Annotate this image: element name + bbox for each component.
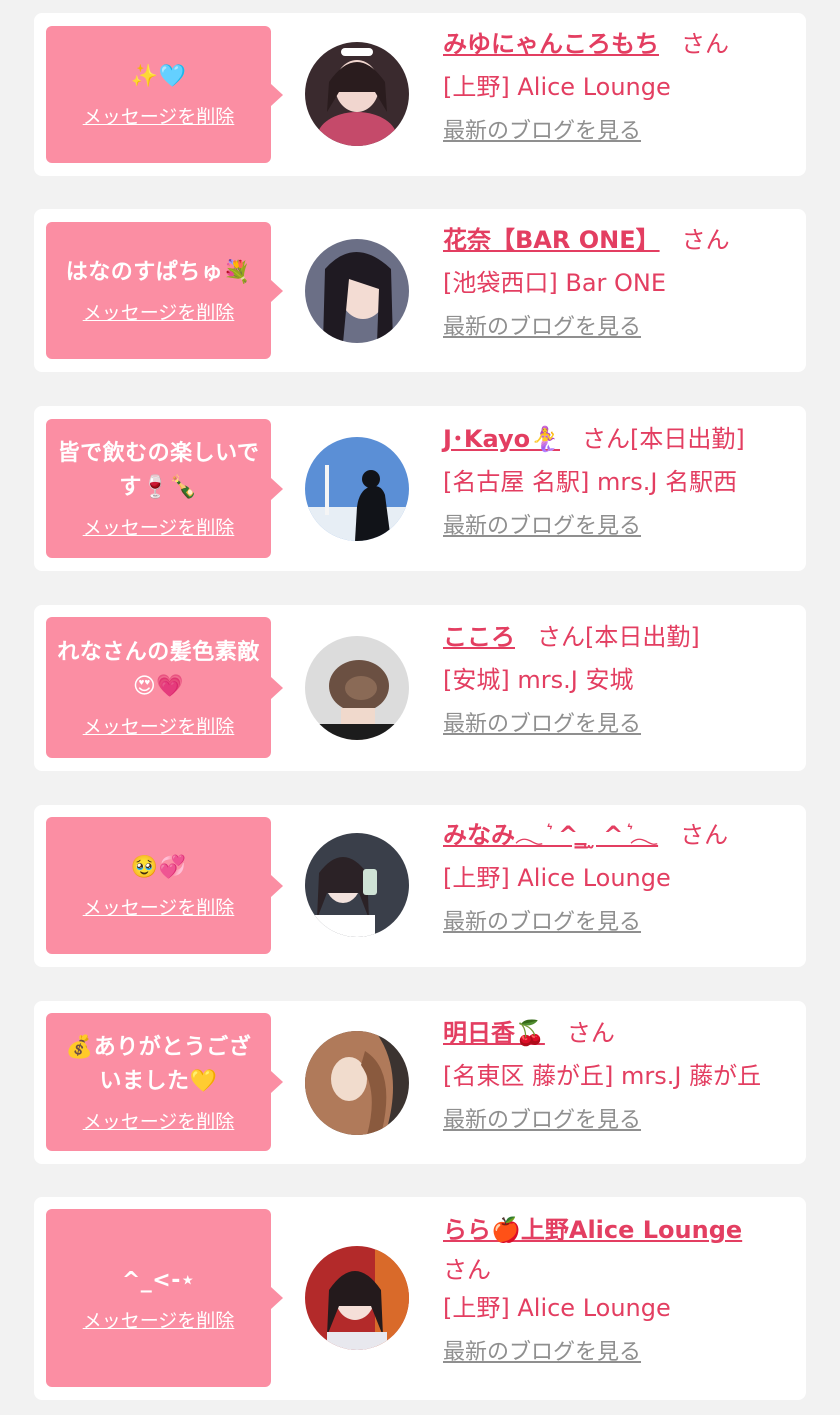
shop-label: [名東区 藤が丘] mrs.J 藤が丘 — [443, 1062, 762, 1090]
avatar-photo — [305, 1246, 409, 1350]
profile-name-link[interactable]: こころ — [443, 623, 515, 651]
profile-name-link[interactable]: らら🍎上野Alice Lounge — [443, 1216, 742, 1244]
message-card: はなのすぱちゅ💐 メッセージを削除 花奈【BAR ONE】 さん [池袋西口] B… — [34, 209, 806, 372]
message-list: ✨🩵 メッセージを削除 みゆにゃんころもち さん [上野] Alice Loung… — [0, 0, 840, 1415]
latest-blog-link[interactable]: 最新のブログを見る — [443, 1104, 641, 1138]
profile-name-link[interactable]: 花奈【BAR ONE】 — [443, 226, 660, 254]
latest-blog-link[interactable]: 最新のブログを見る — [443, 708, 641, 742]
avatar-photo — [305, 437, 409, 541]
latest-blog-link[interactable]: 最新のブログを見る — [443, 1336, 641, 1370]
latest-blog-link[interactable]: 最新のブログを見る — [443, 510, 641, 544]
avatar-photo — [305, 833, 409, 937]
avatar[interactable] — [305, 1031, 409, 1135]
profile-name-link[interactable]: みなみ𓂃 ͛ ^ ̳ ̫ ^ ͛𓂃 — [443, 821, 658, 849]
message-text: 💰ありがとうございました💛 — [65, 1034, 252, 1094]
message-bubble: 🥹💞 メッセージを削除 — [46, 817, 283, 954]
latest-blog-link[interactable]: 最新のブログを見る — [443, 906, 641, 940]
attendance-status: [本日出勤] — [630, 425, 745, 453]
honorific: さん — [681, 30, 729, 58]
delete-message-link[interactable]: メッセージを削除 — [83, 102, 235, 129]
profile-name-link[interactable]: J･Kayo🧜‍♀️ — [443, 425, 560, 453]
message-text: ✨🩵 — [130, 64, 187, 89]
profile-name-link[interactable]: 明日香🍒 — [443, 1019, 545, 1047]
message-text: 🥹💞 — [130, 855, 187, 880]
honorific: さん — [680, 821, 729, 849]
honorific: さん — [681, 226, 730, 254]
message-card: 🥹💞 メッセージを削除 みなみ𓂃 ͛ ^ ̳ ̫ ^ ͛𓂃 さん [上野] Ali… — [34, 805, 806, 967]
latest-blog-link[interactable]: 最新のブログを見る — [443, 115, 641, 149]
attendance-status: [本日出勤] — [585, 623, 700, 651]
avatar[interactable] — [305, 239, 409, 343]
shop-label: [上野] Alice Lounge — [443, 864, 671, 892]
message-card: 皆で飲むの楽しいです🍷🍾 メッセージを削除 J･Kayo🧜‍♀️ さん[本日出勤]… — [34, 406, 806, 571]
message-bubble: れなさんの髪色素敵😍💗 メッセージを削除 — [46, 617, 283, 758]
delete-message-link[interactable]: メッセージを削除 — [83, 712, 235, 739]
avatar[interactable] — [305, 42, 409, 146]
delete-message-link[interactable]: メッセージを削除 — [83, 1306, 235, 1333]
avatar[interactable] — [305, 833, 409, 937]
honorific: さん — [537, 623, 585, 651]
avatar[interactable] — [305, 437, 409, 541]
message-bubble: 皆で飲むの楽しいです🍷🍾 メッセージを削除 — [46, 419, 283, 558]
message-text: 皆で飲むの楽しいです🍷🍾 — [57, 441, 260, 500]
avatar-photo — [305, 42, 409, 146]
honorific: さん — [582, 425, 630, 453]
message-bubble: 💰ありがとうございました💛 メッセージを削除 — [46, 1013, 283, 1151]
profile-name-link[interactable]: みゆにゃんころもち — [443, 30, 659, 58]
message-bubble: はなのすぱちゅ💐 メッセージを削除 — [46, 222, 283, 359]
delete-message-link[interactable]: メッセージを削除 — [83, 513, 235, 540]
message-bubble: ^_<-⋆ メッセージを削除 — [46, 1209, 283, 1387]
honorific: さん — [443, 1256, 491, 1284]
delete-message-link[interactable]: メッセージを削除 — [83, 1107, 235, 1134]
avatar[interactable] — [305, 636, 409, 740]
avatar-photo — [305, 636, 409, 740]
shop-label: [名古屋 名駅] mrs.J 名駅西 — [443, 468, 738, 496]
avatar-photo — [305, 239, 409, 343]
shop-label: [池袋西口] Bar ONE — [443, 269, 667, 297]
message-text: ^_<-⋆ — [121, 1267, 196, 1293]
shop-label: [安城] mrs.J 安城 — [443, 666, 634, 694]
message-text: はなのすぱちゅ💐 — [65, 260, 252, 285]
honorific: さん — [566, 1019, 615, 1047]
latest-blog-link[interactable]: 最新のブログを見る — [443, 311, 641, 345]
message-card: ^_<-⋆ メッセージを削除 らら🍎上野Alice Lounge さん [上野]… — [34, 1197, 806, 1400]
shop-label: [上野] Alice Lounge — [443, 73, 671, 101]
delete-message-link[interactable]: メッセージを削除 — [83, 298, 235, 325]
shop-label: [上野] Alice Lounge — [443, 1294, 671, 1322]
avatar-photo — [305, 1031, 409, 1135]
message-card: れなさんの髪色素敵😍💗 メッセージを削除 こころ さん[本日出勤] [安城] mr… — [34, 605, 806, 771]
message-card: ✨🩵 メッセージを削除 みゆにゃんころもち さん [上野] Alice Loung… — [34, 13, 806, 176]
message-text: れなさんの髪色素敵😍💗 — [57, 640, 260, 699]
avatar[interactable] — [305, 1246, 409, 1350]
message-card: 💰ありがとうございました💛 メッセージを削除 明日香🍒 さん [名東区 藤が丘] … — [34, 1001, 806, 1164]
message-bubble: ✨🩵 メッセージを削除 — [46, 26, 283, 163]
delete-message-link[interactable]: メッセージを削除 — [83, 893, 235, 920]
